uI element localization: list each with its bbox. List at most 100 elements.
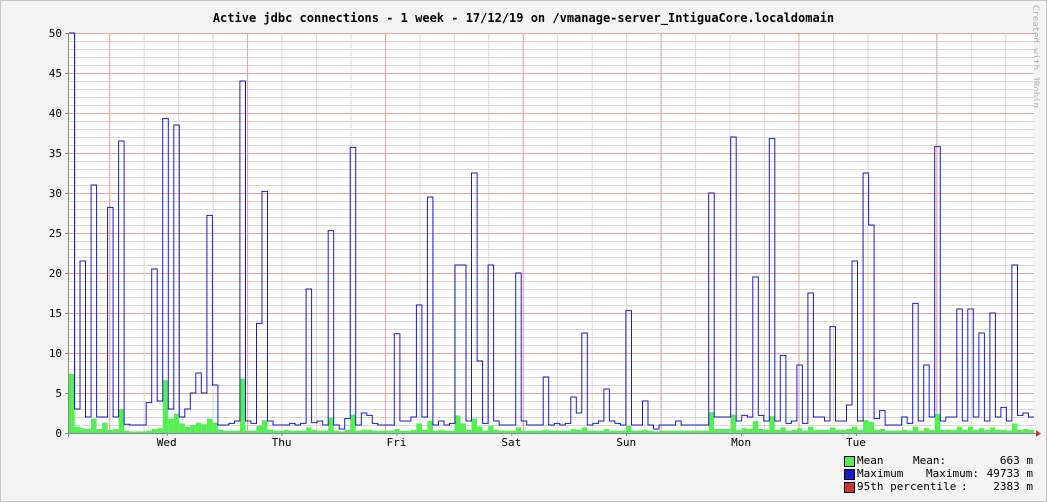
x-tick-label: Fri	[386, 436, 406, 449]
mean-bar	[725, 429, 731, 433]
mean-bar	[642, 429, 648, 433]
mean-bar	[846, 429, 853, 433]
mean-bar	[984, 429, 990, 433]
mean-bar	[620, 430, 626, 433]
mean-bar	[852, 426, 858, 433]
mean-bar	[273, 430, 279, 433]
mean-bar	[416, 423, 422, 433]
mean-bar	[752, 421, 759, 433]
y-tick-label: 45	[49, 67, 62, 80]
mean-bar	[780, 427, 786, 433]
mean-bar	[85, 429, 92, 433]
mean-bar	[818, 429, 825, 433]
mean-bar	[157, 428, 163, 433]
x-tick-label: Sat	[501, 436, 521, 449]
mean-bar	[874, 429, 880, 433]
mean-bar	[785, 430, 792, 433]
legend-label: Maximum	[857, 467, 904, 480]
mean-bar	[168, 418, 174, 433]
mean-bar	[774, 429, 781, 433]
mean-bar	[471, 418, 478, 433]
mean-bar	[162, 380, 169, 433]
mean-bar	[328, 417, 334, 433]
mean-bar	[708, 412, 715, 433]
legend-value: 49733 m	[986, 467, 1033, 480]
mean-bar	[355, 430, 362, 433]
mean-bar	[631, 430, 637, 433]
legend-red-square-icon	[844, 482, 855, 493]
mean-bar	[598, 430, 604, 433]
mean-bar	[736, 429, 742, 433]
mean-bar	[256, 425, 262, 433]
x-tick-label: Sun	[616, 436, 636, 449]
mean-bar	[212, 422, 218, 433]
legend-stat-label: Maximum:	[926, 467, 979, 480]
mean-bar	[802, 430, 808, 433]
mean-bar	[537, 430, 544, 433]
mean-bar	[609, 430, 615, 433]
legend-blue-square-icon	[844, 469, 855, 480]
mean-bar	[603, 429, 610, 433]
mean-bar	[934, 413, 941, 433]
mean-bar	[510, 430, 516, 433]
mean-bar	[311, 429, 318, 433]
mean-bar	[184, 426, 191, 433]
mean-bar	[912, 426, 919, 433]
mean-bar	[493, 429, 500, 433]
mean-bar	[388, 430, 395, 433]
mean-bar	[449, 430, 455, 433]
mean-bar	[664, 430, 671, 433]
x-axis-arrow-icon	[1036, 430, 1041, 437]
mean-bar	[829, 427, 836, 433]
mean-bar	[69, 373, 75, 433]
mean-bar	[581, 427, 588, 433]
mean-bar	[978, 428, 985, 433]
mean-bar	[306, 427, 312, 433]
y-tick-label: 10	[49, 347, 62, 360]
mean-bar	[278, 430, 285, 433]
mean-bar	[962, 429, 968, 433]
legend-stat-label: :	[961, 480, 968, 493]
mean-bar	[945, 429, 952, 433]
mean-bar	[521, 430, 527, 433]
mean-bar	[648, 430, 654, 433]
mean-bar	[466, 429, 472, 433]
mean-bar	[80, 428, 86, 433]
mean-bar	[681, 430, 687, 433]
x-tick-label: Mon	[731, 436, 751, 449]
mean-bar	[383, 430, 389, 433]
mean-bar	[333, 430, 340, 433]
mean-bar	[129, 431, 136, 433]
mean-bar	[515, 427, 522, 433]
mean-bar	[350, 414, 356, 433]
y-tick-label: 35	[49, 147, 62, 160]
y-tick-label: 0	[55, 427, 62, 440]
mean-bar	[295, 430, 301, 433]
mean-bar	[262, 420, 268, 433]
mean-bar	[692, 430, 698, 433]
mean-bar	[719, 429, 726, 433]
y-tick-label: 25	[49, 227, 62, 240]
mean-bar	[636, 430, 643, 433]
mean-bar	[477, 426, 483, 433]
x-tick-label: Tue	[846, 436, 866, 449]
chart-frame: Active jdbc connections - 1 week - 17/12…	[0, 0, 1047, 502]
mean-bar	[1011, 423, 1018, 433]
mean-bar	[372, 430, 378, 433]
legend-stat-label: Mean:	[913, 454, 947, 467]
mean-bar	[587, 430, 593, 433]
mean-bar	[102, 422, 108, 433]
mean-bar	[217, 429, 224, 433]
mean-bar	[923, 428, 930, 433]
mean-bar	[758, 429, 764, 433]
mean-bar	[190, 425, 196, 433]
mean-bar	[686, 430, 693, 433]
mean-bar	[1000, 429, 1007, 433]
mean-bar	[967, 426, 974, 433]
mean-bar	[206, 418, 213, 433]
mean-bar	[438, 429, 444, 433]
mean-bar	[824, 429, 830, 433]
mean-bar	[322, 430, 329, 433]
mean-bar	[885, 430, 891, 433]
mean-bar	[151, 429, 158, 433]
